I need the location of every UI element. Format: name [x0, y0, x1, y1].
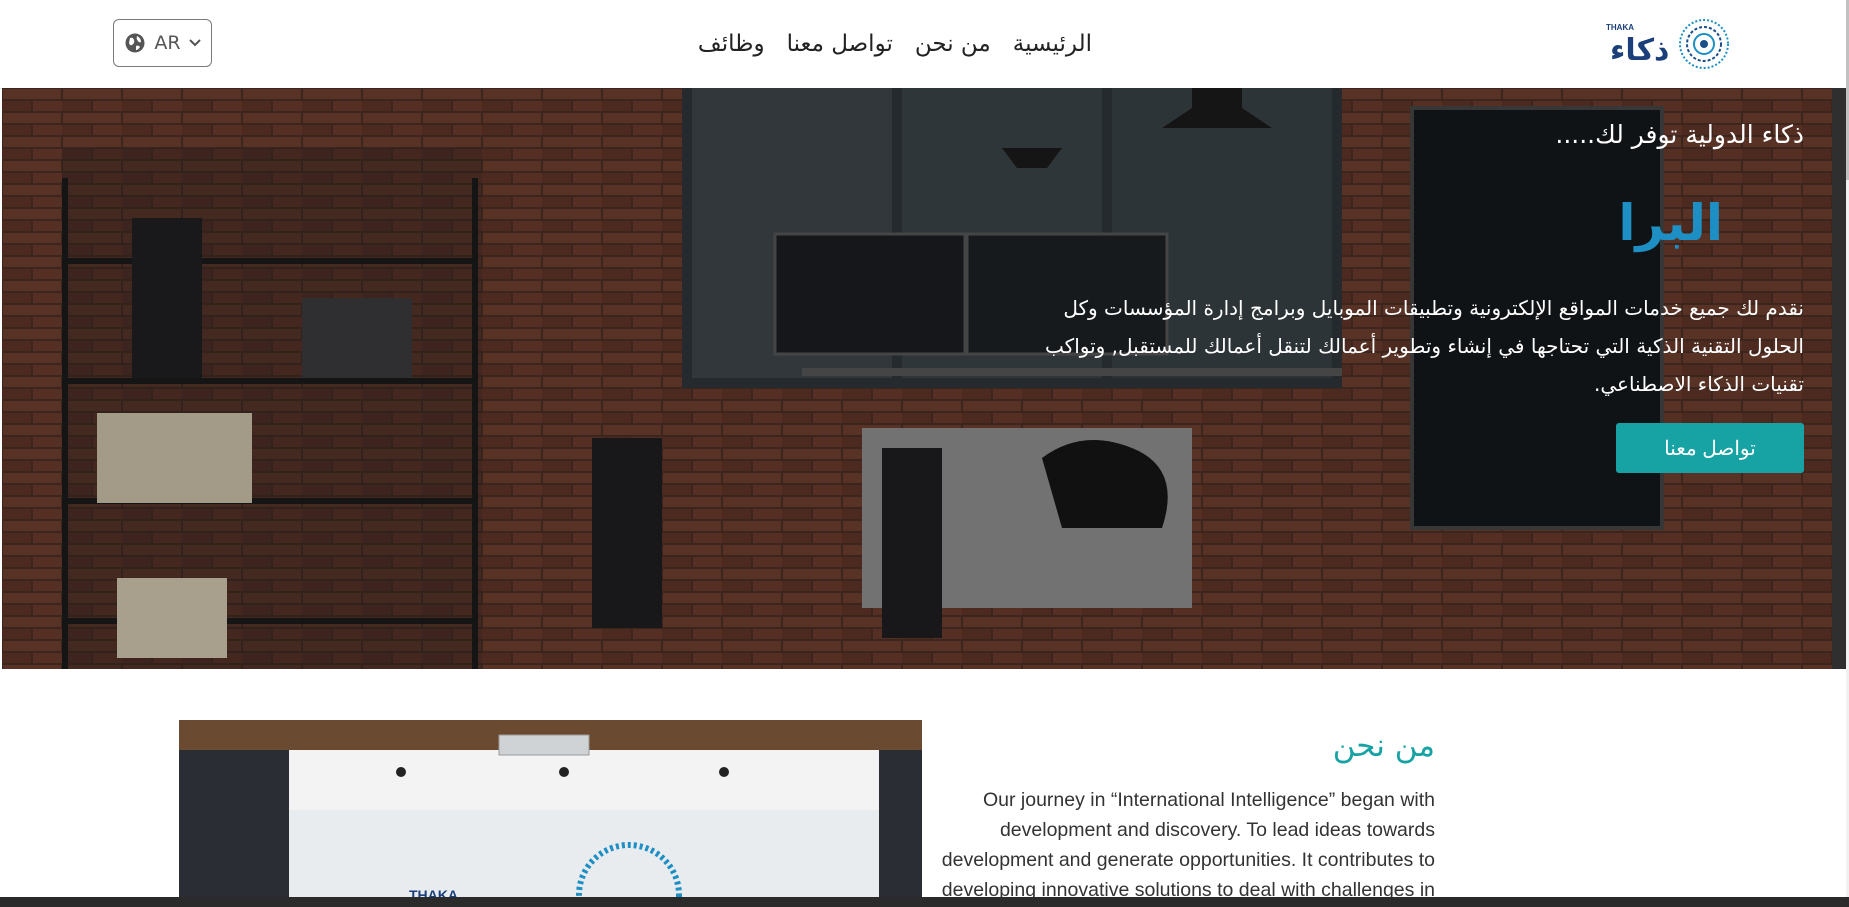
site-header: AR الرئيسية من نحن تواصل معنا وظائف THAK… — [0, 0, 1846, 89]
hero-section: ذكاء الدولية توفر لك..... البرا نقدم لك … — [2, 88, 1846, 669]
logo-arabic: ذكاء — [1610, 33, 1669, 68]
hero-kicker: ذكاء الدولية توفر لك..... — [1555, 120, 1804, 149]
contact-us-button[interactable]: تواصل معنا — [1616, 423, 1804, 473]
main-nav: الرئيسية من نحن تواصل معنا وظائف — [698, 26, 1092, 62]
nav-home[interactable]: الرئيسية — [1013, 26, 1092, 62]
language-selector[interactable]: AR — [113, 19, 212, 67]
chevron-down-icon — [188, 39, 201, 47]
nav-about[interactable]: من نحن — [915, 26, 991, 62]
taskbar-edge — [0, 897, 1849, 907]
nav-jobs[interactable]: وظائف — [698, 26, 765, 62]
about-title: من نحن — [1332, 728, 1435, 764]
office-photo: THAKA — [179, 720, 922, 907]
page: AR الرئيسية من نحن تواصل معنا وظائف THAK… — [0, 0, 1849, 907]
nav-contact[interactable]: تواصل معنا — [787, 26, 893, 62]
about-image: THAKA — [179, 720, 922, 907]
about-text: Our journey in “International Intelligen… — [941, 789, 1435, 901]
site-logo[interactable]: THAKA ذكاء — [1604, 16, 1730, 72]
hero-description: نقدم لك جميع خدمات المواقع الإلكترونية و… — [1045, 296, 1804, 396]
language-code: AR — [154, 32, 181, 54]
hero-typed-word: البرا — [1618, 194, 1723, 252]
globe-icon — [125, 33, 145, 53]
logo-mark: THAKA ذكاء — [1606, 19, 1729, 69]
logo-english: THAKA — [1606, 23, 1634, 32]
